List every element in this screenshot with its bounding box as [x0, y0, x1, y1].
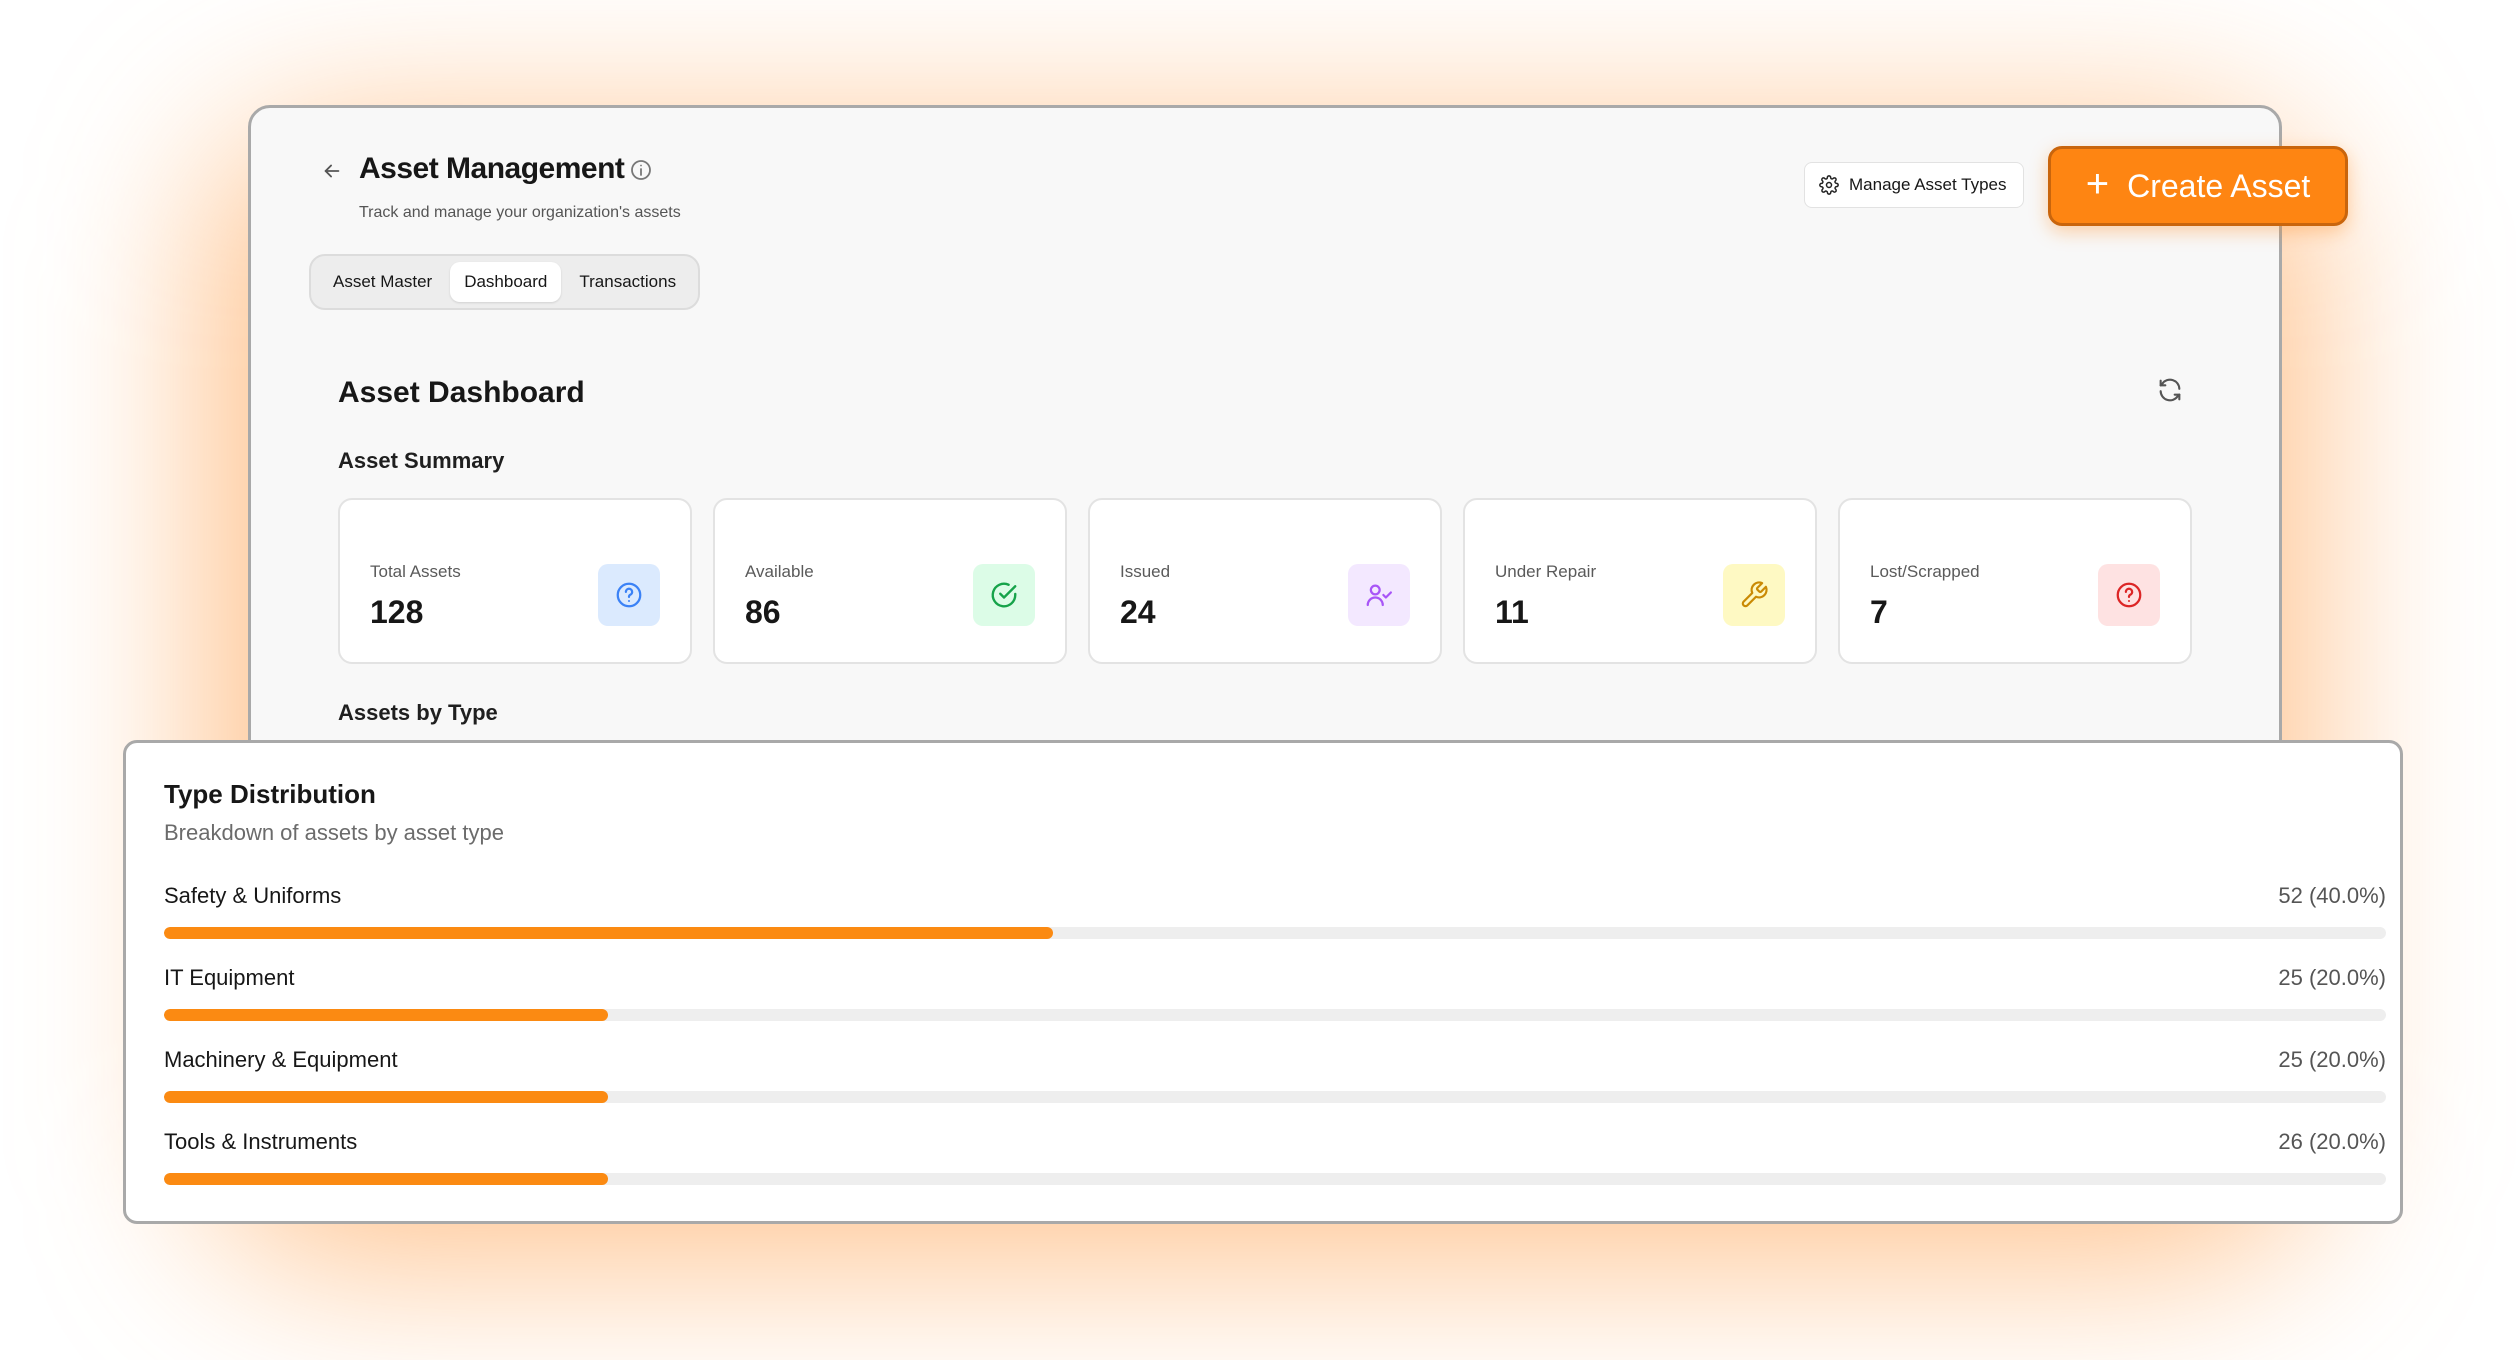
- create-asset-label: Create Asset: [2127, 167, 2311, 204]
- question-circle-icon: [598, 564, 660, 626]
- summary-card-lost-scrapped: Lost/Scrapped 7: [1838, 498, 2192, 664]
- summary-card-issued: Issued 24: [1088, 498, 1442, 664]
- back-arrow-icon[interactable]: [317, 156, 347, 186]
- page-title: Asset Management: [359, 152, 625, 185]
- page-header: Asset Management Track and manage your o…: [251, 108, 2279, 318]
- distribution-value: 52 (40.0%): [2278, 883, 2386, 908]
- create-asset-button[interactable]: + Create Asset: [2048, 146, 2348, 226]
- distribution-row: Tools & Instruments 26 (20.0%): [164, 1129, 2386, 1211]
- card-label: Under Repair: [1495, 562, 1597, 581]
- distribution-row: Safety & Uniforms 52 (40.0%): [164, 883, 2386, 965]
- card-value: 24: [1120, 594, 1156, 630]
- card-label: Total Assets: [370, 562, 461, 581]
- card-value: 128: [370, 594, 424, 630]
- distribution-name: Tools & Instruments: [164, 1129, 358, 1154]
- type-distribution-title: Type Distribution: [164, 779, 376, 809]
- distribution-bar: [164, 927, 1053, 939]
- distribution-track: [164, 927, 2386, 939]
- distribution-bar: [164, 1009, 609, 1021]
- distribution-value: 26 (20.0%): [2278, 1129, 2386, 1154]
- distribution-value: 25 (20.0%): [2278, 1047, 2386, 1072]
- page-subtitle: Track and manage your organization's ass…: [359, 204, 681, 221]
- type-distribution-subtitle: Breakdown of assets by asset type: [164, 820, 504, 845]
- card-value: 11: [1495, 594, 1529, 630]
- asset-summary-title: Asset Summary: [338, 448, 505, 473]
- distribution-bar: [164, 1173, 609, 1185]
- summary-card-under-repair: Under Repair 11: [1463, 498, 1817, 664]
- user-check-icon: [1348, 564, 1410, 626]
- card-value: 7: [1870, 594, 1888, 630]
- manage-asset-types-label: Manage Asset Types: [1849, 175, 2007, 194]
- assets-by-type-title: Assets by Type: [338, 700, 498, 725]
- distribution-row: IT Equipment 25 (20.0%): [164, 965, 2386, 1047]
- refresh-icon[interactable]: [2156, 376, 2184, 404]
- distribution-name: Safety & Uniforms: [164, 883, 342, 908]
- dashboard-title: Asset Dashboard: [338, 376, 585, 409]
- summary-cards: Total Assets 128 Available 86 Issued 24: [338, 498, 2192, 664]
- question-circle-icon: [2098, 564, 2160, 626]
- stage: Asset Management Track and manage your o…: [0, 0, 2516, 1360]
- gear-icon: [1819, 175, 1839, 195]
- distribution-value: 25 (20.0%): [2278, 965, 2386, 990]
- tab-asset-master[interactable]: Asset Master: [319, 262, 446, 302]
- card-label: Issued: [1120, 562, 1171, 581]
- type-distribution-list: Safety & Uniforms 52 (40.0%) IT Equipmen…: [164, 883, 2386, 1211]
- wrench-icon: [1723, 564, 1785, 626]
- info-icon[interactable]: [629, 158, 653, 182]
- distribution-name: Machinery & Equipment: [164, 1047, 398, 1072]
- card-value: 86: [745, 594, 781, 630]
- summary-card-available: Available 86: [713, 498, 1067, 664]
- tab-transactions[interactable]: Transactions: [565, 262, 690, 302]
- tab-dashboard[interactable]: Dashboard: [450, 262, 562, 302]
- plus-icon: +: [2085, 162, 2110, 206]
- distribution-track: [164, 1173, 2386, 1185]
- distribution-track: [164, 1091, 2386, 1103]
- type-distribution-panel: Type Distribution Breakdown of assets by…: [123, 740, 2403, 1224]
- distribution-name: IT Equipment: [164, 965, 295, 990]
- view-tabs: Asset Master Dashboard Transactions: [309, 254, 701, 310]
- card-label: Lost/Scrapped: [1870, 562, 1980, 581]
- card-label: Available: [745, 562, 814, 581]
- distribution-row: Machinery & Equipment 25 (20.0%): [164, 1047, 2386, 1129]
- check-circle-icon: [973, 564, 1035, 626]
- distribution-track: [164, 1009, 2386, 1021]
- summary-card-total-assets: Total Assets 128: [338, 498, 692, 664]
- distribution-bar: [164, 1091, 609, 1103]
- manage-asset-types-button[interactable]: Manage Asset Types: [1804, 162, 2024, 208]
